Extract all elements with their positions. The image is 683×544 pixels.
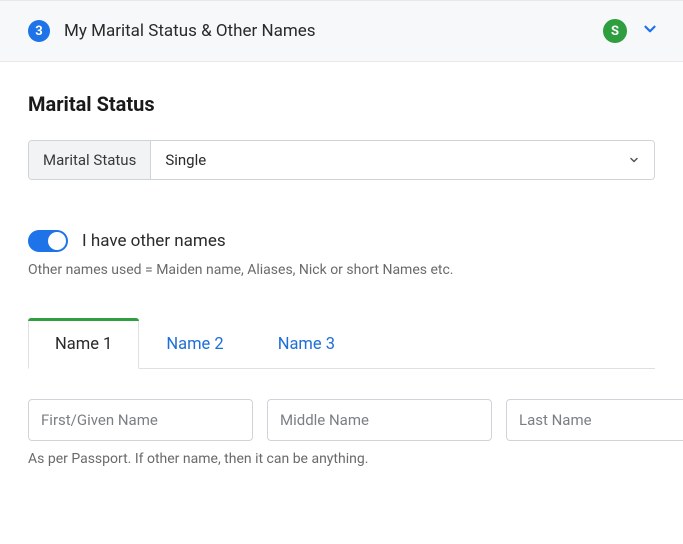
- middle-name-input[interactable]: [267, 399, 492, 441]
- first-name-input[interactable]: [28, 399, 253, 441]
- last-name-input[interactable]: [506, 399, 683, 441]
- tab-name-2[interactable]: Name 2: [139, 318, 250, 369]
- chevron-down-icon: [628, 154, 640, 166]
- other-names-toggle-row: I have other names: [28, 230, 655, 252]
- section-title-marital: Marital Status: [28, 92, 655, 116]
- name-inputs-row: [28, 399, 655, 441]
- other-names-helper: Other names used = Maiden name, Aliases,…: [28, 262, 655, 278]
- marital-status-select[interactable]: Single: [151, 141, 654, 179]
- accordion-content: Marital Status Marital Status Single I h…: [0, 62, 683, 487]
- accordion-header[interactable]: 3 My Marital Status & Other Names S: [0, 0, 683, 62]
- name-hint: As per Passport. If other name, then it …: [28, 451, 655, 467]
- tab-name-3[interactable]: Name 3: [251, 318, 362, 369]
- marital-status-label: Marital Status: [29, 141, 151, 179]
- other-names-toggle[interactable]: [28, 230, 68, 252]
- marital-status-field: Marital Status Single: [28, 140, 655, 180]
- step-number-badge: 3: [28, 20, 50, 42]
- status-badge: S: [603, 19, 627, 43]
- chevron-down-icon[interactable]: [641, 20, 659, 42]
- marital-status-value: Single: [165, 151, 206, 169]
- tab-name-1[interactable]: Name 1: [28, 318, 139, 369]
- other-names-toggle-label: I have other names: [82, 231, 226, 251]
- toggle-knob: [48, 232, 66, 250]
- accordion-title: My Marital Status & Other Names: [64, 21, 589, 41]
- name-tabs: Name 1 Name 2 Name 3: [28, 318, 655, 369]
